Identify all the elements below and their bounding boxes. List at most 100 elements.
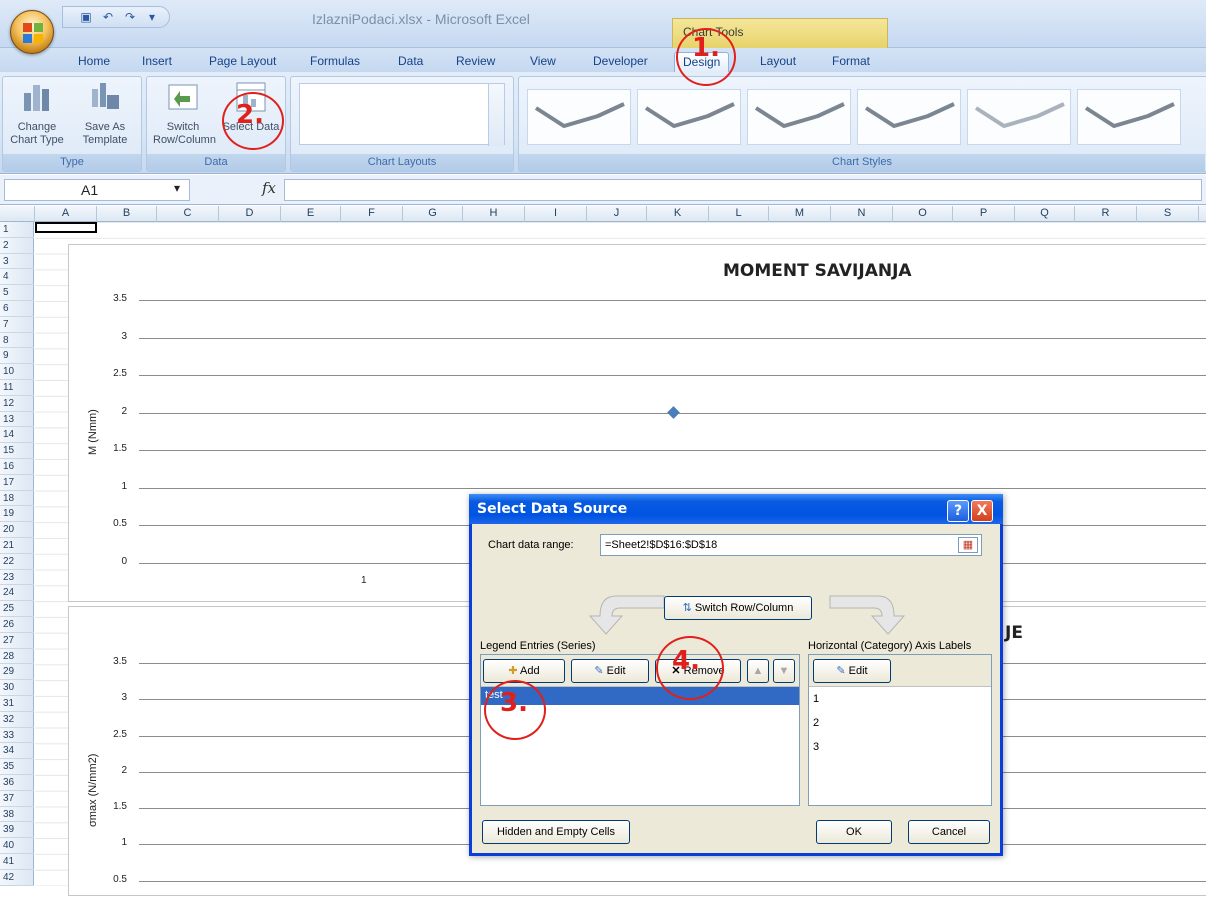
gallery-scrollbar[interactable] (488, 84, 504, 146)
row-header[interactable]: 26 (0, 617, 34, 633)
row-header[interactable]: 3 (0, 254, 34, 270)
tab-page-layout[interactable]: Page Layout (201, 52, 284, 72)
row-header[interactable]: 22 (0, 554, 34, 570)
row-header[interactable]: 10 (0, 364, 34, 380)
redo-icon[interactable]: ↷ (121, 9, 139, 25)
row-header[interactable]: 5 (0, 285, 34, 301)
switch-row-column-button[interactable]: Switch Row/Column (153, 79, 216, 147)
tab-format[interactable]: Format (824, 52, 878, 72)
row-header[interactable]: 36 (0, 775, 34, 791)
chart-style-4[interactable] (857, 89, 961, 145)
move-down-button[interactable]: ▼ (773, 659, 795, 683)
column-header[interactable]: C (157, 206, 219, 222)
row-header[interactable]: 1 (0, 222, 34, 238)
ok-button[interactable]: OK (816, 820, 892, 844)
chart-style-3[interactable] (747, 89, 851, 145)
tab-developer[interactable]: Developer (585, 52, 656, 72)
chart-style-6[interactable] (1077, 89, 1181, 145)
tab-insert[interactable]: Insert (134, 52, 180, 72)
row-header[interactable]: 19 (0, 506, 34, 523)
formula-input[interactable] (284, 179, 1202, 201)
tab-formulas[interactable]: Formulas (302, 52, 368, 72)
column-header[interactable]: M (769, 206, 831, 222)
column-header[interactable]: A (35, 206, 97, 222)
data-point[interactable] (667, 405, 680, 419)
save-icon[interactable]: ▣ (77, 9, 95, 25)
save-as-template-button[interactable]: Save As Template (75, 79, 135, 147)
row-header[interactable]: 31 (0, 696, 34, 712)
tab-layout[interactable]: Layout (752, 52, 804, 72)
chart-layouts-gallery[interactable] (299, 83, 505, 146)
column-header[interactable]: O (893, 206, 953, 222)
undo-icon[interactable]: ↶ (99, 9, 117, 25)
row-header[interactable]: 41 (0, 854, 34, 870)
cancel-button[interactable]: Cancel (908, 820, 990, 844)
active-cell-a1[interactable] (35, 222, 97, 233)
row-header[interactable]: 11 (0, 380, 34, 396)
name-box[interactable]: A1 (4, 179, 190, 201)
row-header[interactable]: 13 (0, 412, 34, 428)
office-button[interactable] (10, 10, 54, 54)
switch-row-column-dialog-button[interactable]: ⇅ Switch Row/Column (664, 596, 812, 620)
column-header[interactable]: B (97, 206, 157, 222)
row-header[interactable]: 25 (0, 601, 34, 617)
column-header[interactable]: P (953, 206, 1015, 222)
help-button[interactable]: ? (947, 500, 969, 522)
column-header[interactable]: R (1075, 206, 1137, 222)
collapse-dialog-icon[interactable]: ▦ (958, 537, 978, 553)
column-header[interactable]: I (525, 206, 587, 222)
tab-home[interactable]: Home (70, 52, 118, 72)
tab-view[interactable]: View (522, 52, 564, 72)
row-header[interactable]: 15 (0, 443, 34, 459)
chart-data-range-input[interactable]: =Sheet2!$D$16:$D$18 (600, 534, 982, 556)
column-header[interactable]: S (1137, 206, 1199, 222)
row-header[interactable]: 4 (0, 269, 34, 286)
row-header[interactable]: 32 (0, 712, 34, 728)
row-header[interactable]: 24 (0, 585, 34, 602)
column-header[interactable]: N (831, 206, 893, 222)
hidden-empty-cells-button[interactable]: Hidden and Empty Cells (482, 820, 630, 844)
row-header[interactable]: 42 (0, 870, 34, 886)
axis-label-item[interactable]: 3 (813, 741, 819, 753)
column-header[interactable]: H (463, 206, 525, 222)
insert-function-icon[interactable]: fx (262, 179, 276, 197)
row-header[interactable]: 17 (0, 475, 34, 491)
row-header[interactable]: 12 (0, 396, 34, 412)
chart-style-2[interactable] (637, 89, 741, 145)
move-up-button[interactable]: ▲ (747, 659, 769, 683)
close-button[interactable]: X (971, 500, 993, 522)
column-header[interactable]: F (341, 206, 403, 222)
column-header[interactable]: K (647, 206, 709, 222)
row-header[interactable]: 39 (0, 822, 34, 839)
row-header[interactable]: 37 (0, 791, 34, 807)
row-header[interactable]: 14 (0, 427, 34, 444)
row-header[interactable]: 16 (0, 459, 34, 475)
row-header[interactable]: 27 (0, 633, 34, 649)
row-header[interactable]: 7 (0, 317, 34, 333)
chart-style-1[interactable] (527, 89, 631, 145)
row-header[interactable]: 23 (0, 570, 34, 586)
column-header[interactable]: D (219, 206, 281, 222)
row-header[interactable]: 33 (0, 728, 34, 744)
edit-series-button[interactable]: ✎ Edit (571, 659, 649, 683)
row-header[interactable]: 34 (0, 743, 34, 760)
row-header[interactable]: 30 (0, 680, 34, 696)
chart-style-5[interactable] (967, 89, 1071, 145)
row-header[interactable]: 21 (0, 538, 34, 554)
column-header[interactable]: G (403, 206, 463, 222)
row-header[interactable]: 29 (0, 664, 34, 681)
change-chart-type-button[interactable]: Change Chart Type (7, 79, 67, 147)
row-header[interactable]: 35 (0, 759, 34, 775)
tab-review[interactable]: Review (448, 52, 503, 72)
row-header[interactable]: 2 (0, 238, 34, 254)
column-header[interactable]: L (709, 206, 769, 222)
row-header[interactable]: 40 (0, 838, 34, 854)
customize-qat-icon[interactable]: ▾ (143, 9, 161, 25)
add-series-button[interactable]: ✚ Add (483, 659, 565, 683)
axis-label-item[interactable]: 2 (813, 717, 819, 729)
tab-data[interactable]: Data (390, 52, 431, 72)
row-header[interactable]: 18 (0, 491, 34, 507)
axis-label-item[interactable]: 1 (813, 693, 819, 705)
column-header[interactable]: E (281, 206, 341, 222)
column-header[interactable]: J (587, 206, 647, 222)
